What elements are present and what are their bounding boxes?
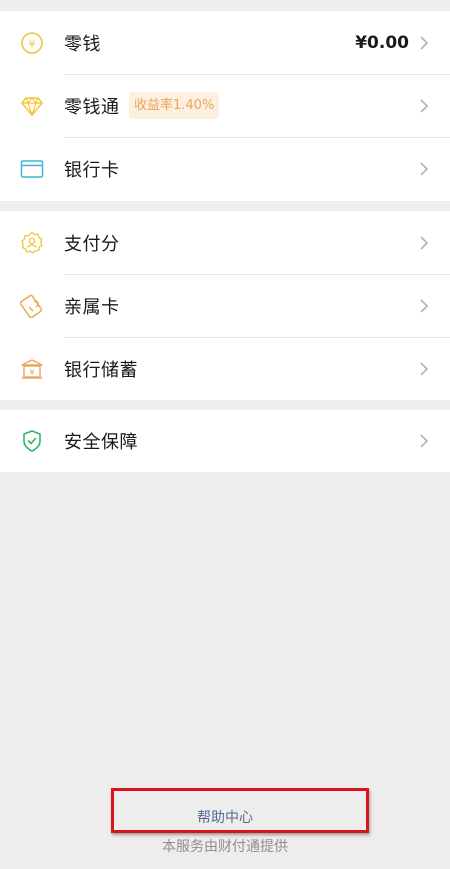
chevron-right-icon bbox=[420, 361, 429, 376]
family-card-icon bbox=[20, 294, 44, 318]
list-item-change[interactable]: ¥ 零钱 ¥0.00 bbox=[0, 11, 450, 74]
chevron-right-icon bbox=[420, 161, 429, 176]
list-item-family-card[interactable]: 亲属卡 bbox=[0, 274, 450, 337]
chevron-right-icon bbox=[420, 298, 429, 313]
list-item-label: 安全保障 bbox=[64, 432, 138, 453]
pay-score-badge-icon bbox=[20, 231, 44, 255]
list-item-lingqiantong[interactable]: 零钱通 收益率1.40% bbox=[0, 74, 450, 137]
chevron-right-icon bbox=[420, 98, 429, 113]
list-item-pay-score[interactable]: 支付分 bbox=[0, 211, 450, 274]
wallet-group-1: ¥ 零钱 ¥0.00 零钱通 收益率1.40% 银行卡 bbox=[0, 11, 450, 201]
highlight-annotation-box bbox=[111, 788, 369, 833]
chevron-right-icon bbox=[420, 434, 429, 448]
list-item-label: 银行储蓄 bbox=[64, 359, 138, 381]
list-item-bank-card[interactable]: 银行卡 bbox=[0, 137, 450, 200]
balance-value: ¥0.00 bbox=[355, 32, 409, 53]
list-item-label: 零钱通 bbox=[64, 96, 120, 118]
provider-note: 本服务由财付通提供 bbox=[162, 839, 288, 855]
wallet-group-3: 安全保障 bbox=[0, 410, 450, 472]
bank-building-icon: ¥ bbox=[20, 357, 44, 381]
list-item-security[interactable]: 安全保障 bbox=[0, 410, 450, 472]
svg-text:¥: ¥ bbox=[29, 368, 34, 377]
diamond-icon bbox=[20, 94, 44, 118]
wallet-group-2: 支付分 亲属卡 ¥ 银行储蓄 bbox=[0, 211, 450, 400]
list-item-label: 亲属卡 bbox=[64, 296, 120, 318]
chevron-right-icon bbox=[420, 235, 429, 250]
svg-text:¥: ¥ bbox=[29, 37, 36, 50]
chevron-right-icon bbox=[420, 35, 429, 50]
list-item-label: 零钱 bbox=[64, 33, 101, 55]
list-item-label: 银行卡 bbox=[64, 159, 120, 181]
bank-card-icon bbox=[20, 157, 44, 181]
yuan-coin-icon: ¥ bbox=[20, 31, 44, 55]
list-item-bank-savings[interactable]: ¥ 银行储蓄 bbox=[0, 337, 450, 400]
yield-rate-badge: 收益率1.40% bbox=[129, 92, 220, 119]
shield-check-icon bbox=[20, 429, 44, 453]
list-item-label: 支付分 bbox=[64, 233, 120, 255]
